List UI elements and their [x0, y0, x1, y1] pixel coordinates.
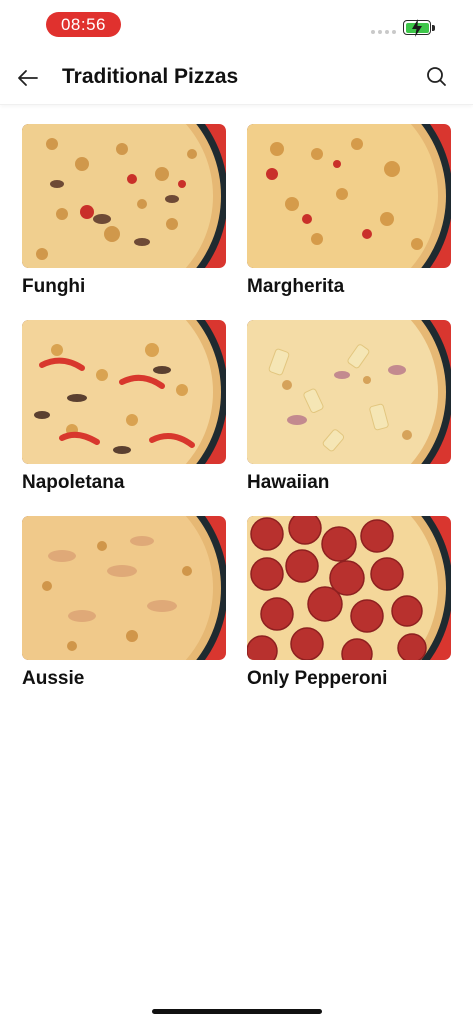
- pizza-card-napoletana[interactable]: Napoletana: [22, 320, 226, 494]
- arrow-left-icon: [18, 70, 38, 86]
- pizza-name: Hawaiian: [247, 472, 330, 493]
- pizza-image: [247, 516, 451, 660]
- pizza-card-funghi[interactable]: Funghi: [22, 124, 226, 298]
- pizza-name: Aussie: [22, 668, 85, 689]
- pizza-image: [22, 516, 226, 660]
- search-button[interactable]: [424, 64, 450, 90]
- pizza-image: [247, 124, 451, 268]
- status-bar: 08:56: [0, 0, 473, 50]
- pizza-card-hawaiian[interactable]: Hawaiian: [247, 320, 451, 494]
- pizza-name: Napoletana: [22, 472, 125, 493]
- page-title: Traditional Pizzas: [62, 65, 239, 88]
- back-button[interactable]: [14, 64, 42, 92]
- pizza-image: [247, 320, 451, 464]
- pizza-name: Funghi: [22, 276, 86, 297]
- pizza-card-aussie[interactable]: Aussie: [22, 516, 226, 690]
- pizza-name: Margherita: [247, 276, 345, 297]
- battery-tip: [432, 25, 435, 31]
- pizza-image: [22, 320, 226, 464]
- search-icon: [427, 67, 446, 86]
- app-bar: Traditional Pizzas: [0, 52, 473, 105]
- pizza-name: Only Pepperoni: [247, 668, 388, 689]
- charging-bolt-icon: [412, 19, 422, 37]
- status-time: 08:56: [46, 12, 121, 37]
- pizza-card-margherita[interactable]: Margherita: [247, 124, 451, 298]
- signal-icon: [371, 30, 396, 34]
- pizza-image: [22, 124, 226, 268]
- home-indicator[interactable]: [152, 1009, 322, 1014]
- pizza-card-only-pepperoni[interactable]: Only Pepperoni: [247, 516, 451, 690]
